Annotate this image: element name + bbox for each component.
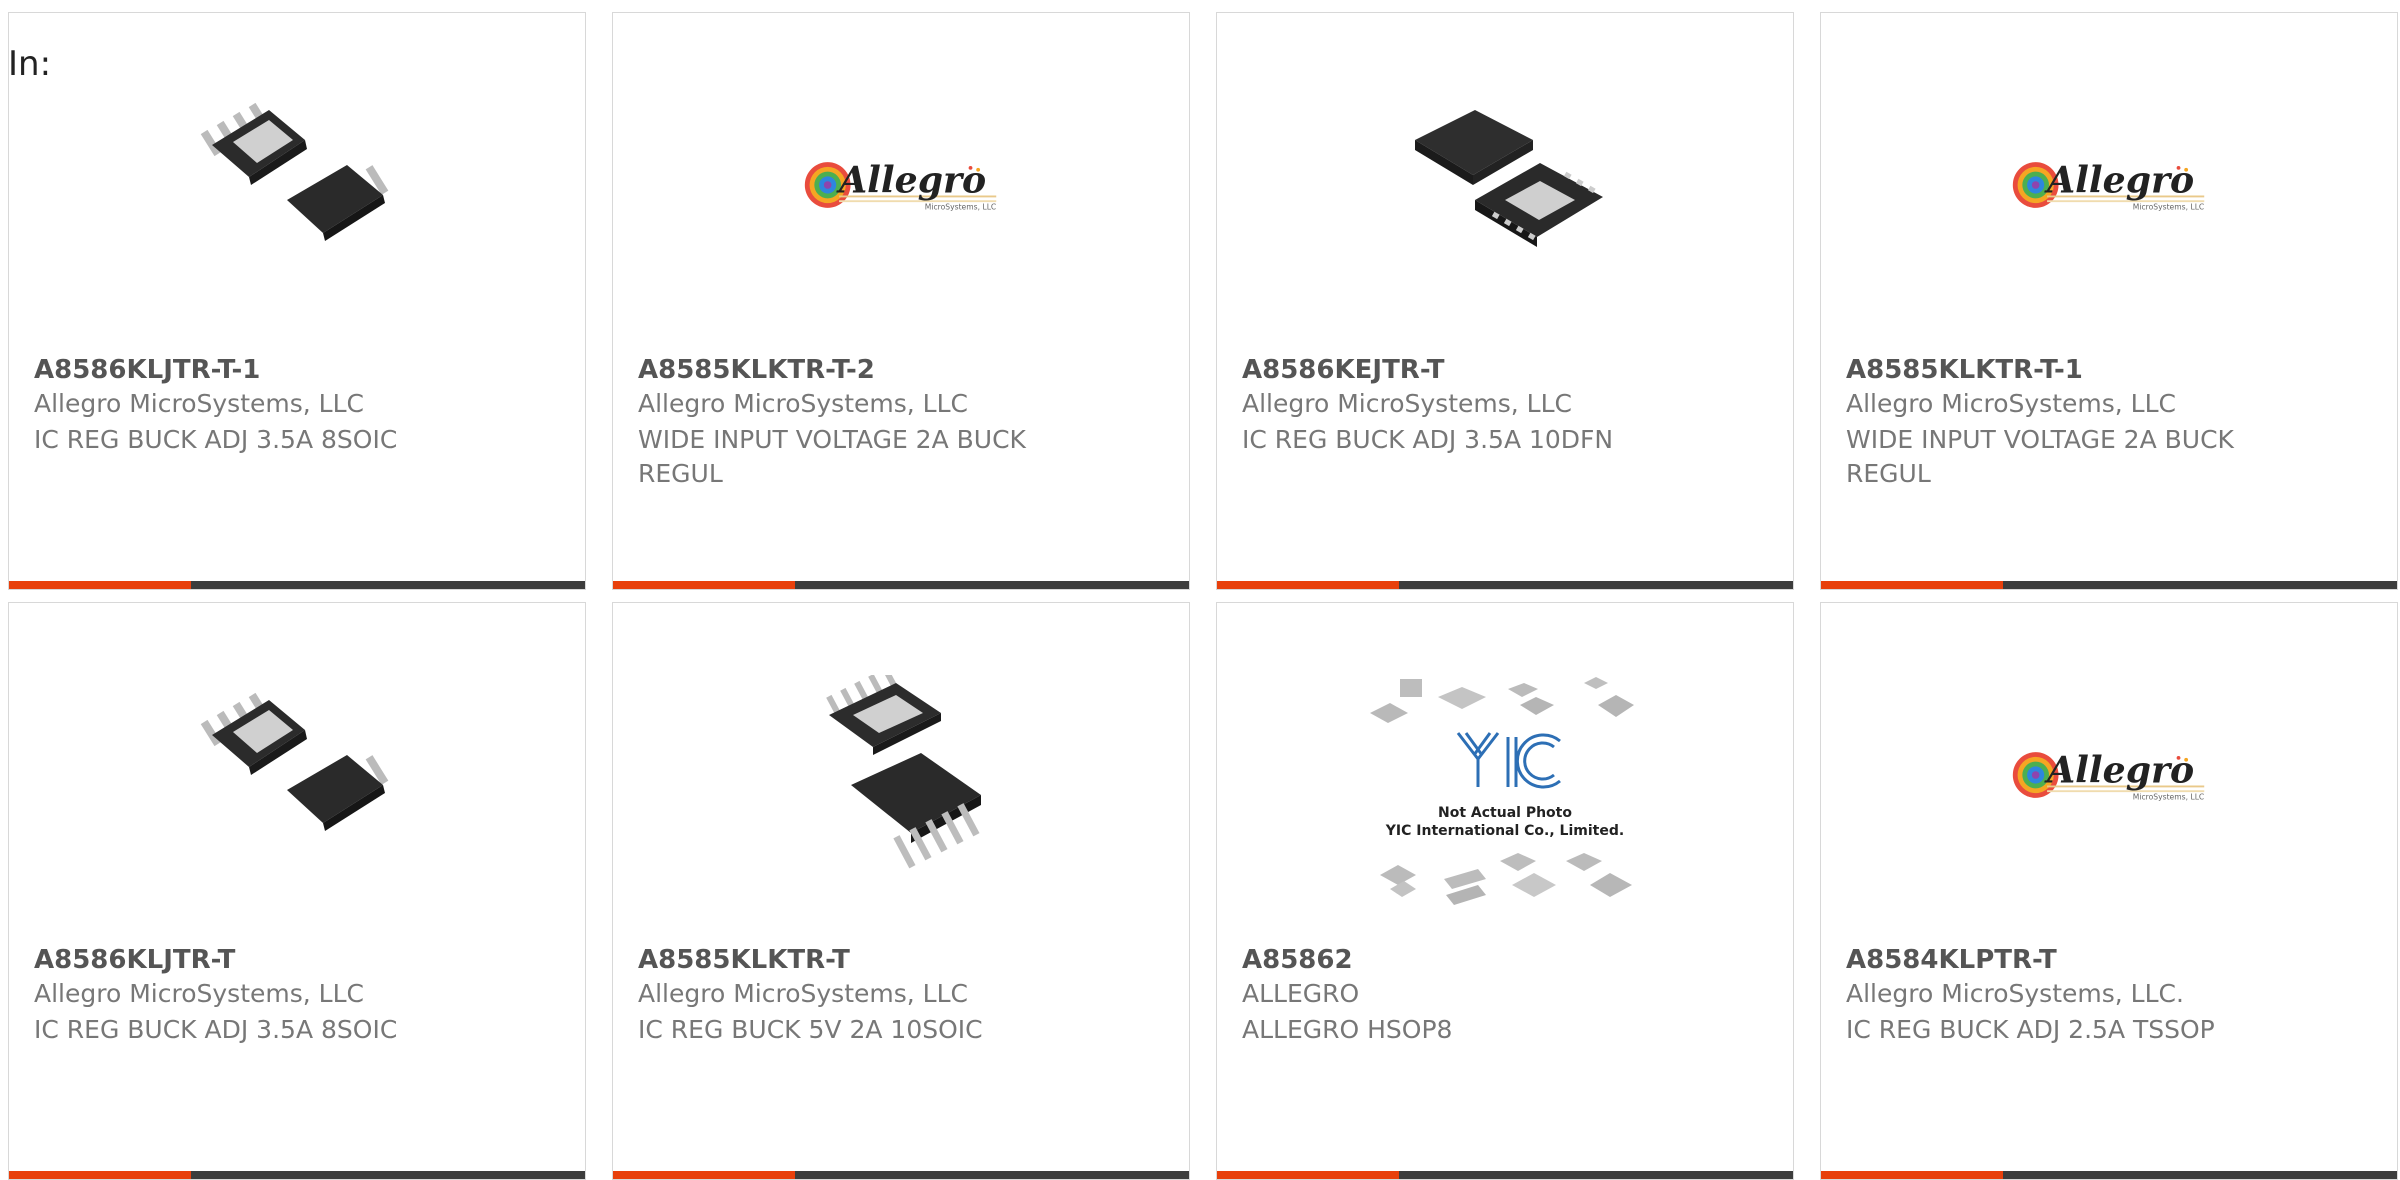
part-number-link[interactable]: A8585KLKTR-T-2 — [638, 355, 875, 385]
card-accent-bar — [1821, 1171, 2003, 1179]
manufacturer-name: Allegro MicroSystems, LLC — [1242, 389, 1572, 418]
card-accent-bar — [1821, 581, 2003, 589]
product-description: WIDE INPUT VOLTAGE 2A BUCK REGUL — [638, 425, 1026, 488]
part-number-link[interactable]: A8585KLKTR-T-1 — [1846, 355, 2083, 385]
card-accent-bar — [613, 1171, 795, 1179]
card-bottom-bar — [1821, 1171, 2397, 1179]
card-accent-bar — [9, 1171, 191, 1179]
product-description: IC REG BUCK ADJ 3.5A 8SOIC — [34, 425, 398, 454]
part-number-link[interactable]: A8586KEJTR-T — [1242, 355, 1445, 385]
manufacturer-name: Allegro MicroSystems, LLC — [638, 389, 968, 418]
card-bottom-bar — [1217, 1171, 1793, 1179]
part-number-link[interactable]: A8585KLKTR-T — [638, 945, 850, 975]
soic8-chip-icon — [200, 102, 389, 241]
product-card[interactable]: Allegro MicroSystems, LLC A8584KLPTR-T A… — [1820, 602, 2398, 1180]
product-card[interactable]: Allegro MicroSystems, LLC A8585KLKTR-T-1… — [1820, 12, 2398, 590]
dfn10-chip-icon — [1415, 110, 1603, 247]
manufacturer-name: Allegro MicroSystems, LLC. — [1846, 979, 2184, 1008]
manufacturer-name: Allegro MicroSystems, LLC — [34, 979, 364, 1008]
product-description: IC REG BUCK 5V 2A 10SOIC — [638, 1015, 983, 1044]
allegro-logo: Allegro MicroSystems, LLC — [2012, 159, 2204, 212]
card-bottom-bar — [613, 581, 1189, 589]
manufacturer-name: Allegro MicroSystems, LLC — [1846, 389, 2176, 418]
card-accent-bar — [9, 581, 191, 589]
allegro-logo: Allegro MicroSystems, LLC — [804, 159, 996, 212]
part-number-link[interactable]: A8586KLJTR-T — [34, 945, 235, 975]
card-bottom-bar — [1821, 581, 2397, 589]
product-card[interactable]: A8586KLJTR-T Allegro MicroSystems, LLC I… — [8, 602, 586, 1180]
product-image[interactable] — [801, 675, 1001, 875]
card-accent-bar — [613, 581, 795, 589]
product-card[interactable]: A8586KEJTR-T Allegro MicroSystems, LLC I… — [1216, 12, 1794, 590]
part-number-link[interactable]: A85862 — [1242, 945, 1353, 975]
yic-placeholder-image: Not Actual Photo YIC International Co., … — [1370, 677, 1634, 905]
allegro-logo: Allegro MicroSystems, LLC — [2012, 749, 2204, 802]
product-card[interactable]: A8585KLKTR-T Allegro MicroSystems, LLC I… — [612, 602, 1190, 1180]
yic-caption-line2: YIC International Co., Limited. — [1385, 823, 1624, 839]
product-description: IC REG BUCK ADJ 3.5A 10DFN — [1242, 425, 1614, 454]
card-bottom-bar — [1217, 581, 1793, 589]
card-accent-bar — [1217, 581, 1399, 589]
product-image[interactable]: Allegro MicroSystems, LLC — [801, 85, 1001, 285]
product-description: IC REG BUCK ADJ 3.5A 8SOIC — [34, 1015, 398, 1044]
soic8-chip-icon — [200, 692, 389, 831]
allegro-logo-text: Allegro — [2044, 159, 2194, 202]
allegro-logo-text: Allegro — [2044, 749, 2194, 792]
product-image[interactable] — [1405, 85, 1605, 285]
allegro-logo-subtext: MicroSystems, LLC — [925, 203, 996, 212]
product-card[interactable]: Allegro MicroSystems, LLC A8585KLKTR-T-2… — [612, 12, 1190, 590]
product-image[interactable] — [197, 85, 397, 285]
card-bottom-bar — [9, 581, 585, 589]
product-card[interactable]: Not Actual Photo YIC International Co., … — [1216, 602, 1794, 1180]
allegro-logo-text: Allegro — [836, 159, 986, 202]
manufacturer-name: Allegro MicroSystems, LLC — [638, 979, 968, 1008]
part-number-link[interactable]: A8584KLPTR-T — [1846, 945, 2057, 975]
product-description: IC REG BUCK ADJ 2.5A TSSOP — [1846, 1015, 2215, 1044]
product-card[interactable]: A8586KLJTR-T-1 Allegro MicroSystems, LLC… — [8, 12, 586, 590]
product-image[interactable]: Not Actual Photo YIC International Co., … — [1370, 675, 1640, 925]
product-image[interactable] — [197, 675, 397, 875]
product-image[interactable]: Allegro MicroSystems, LLC — [2009, 85, 2209, 285]
product-image[interactable]: Allegro MicroSystems, LLC — [2009, 675, 2209, 875]
part-number-link[interactable]: A8586KLJTR-T-1 — [34, 355, 260, 385]
card-bottom-bar — [613, 1171, 1189, 1179]
filter-label: In: — [8, 44, 52, 84]
manufacturer-name: Allegro MicroSystems, LLC — [34, 389, 364, 418]
manufacturer-name: ALLEGRO — [1242, 979, 1360, 1008]
yic-caption-line1: Not Actual Photo — [1438, 805, 1572, 821]
soic10-chip-icon — [826, 675, 981, 869]
allegro-logo-subtext: MicroSystems, LLC — [2133, 793, 2204, 802]
card-accent-bar — [1217, 1171, 1399, 1179]
product-description: WIDE INPUT VOLTAGE 2A BUCK REGUL — [1846, 425, 2234, 488]
product-description: ALLEGRO HSOP8 — [1242, 1015, 1453, 1044]
card-bottom-bar — [9, 1171, 585, 1179]
allegro-logo-subtext: MicroSystems, LLC — [2133, 203, 2204, 212]
product-grid: A8586KLJTR-T-1 Allegro MicroSystems, LLC… — [8, 12, 2398, 1180]
